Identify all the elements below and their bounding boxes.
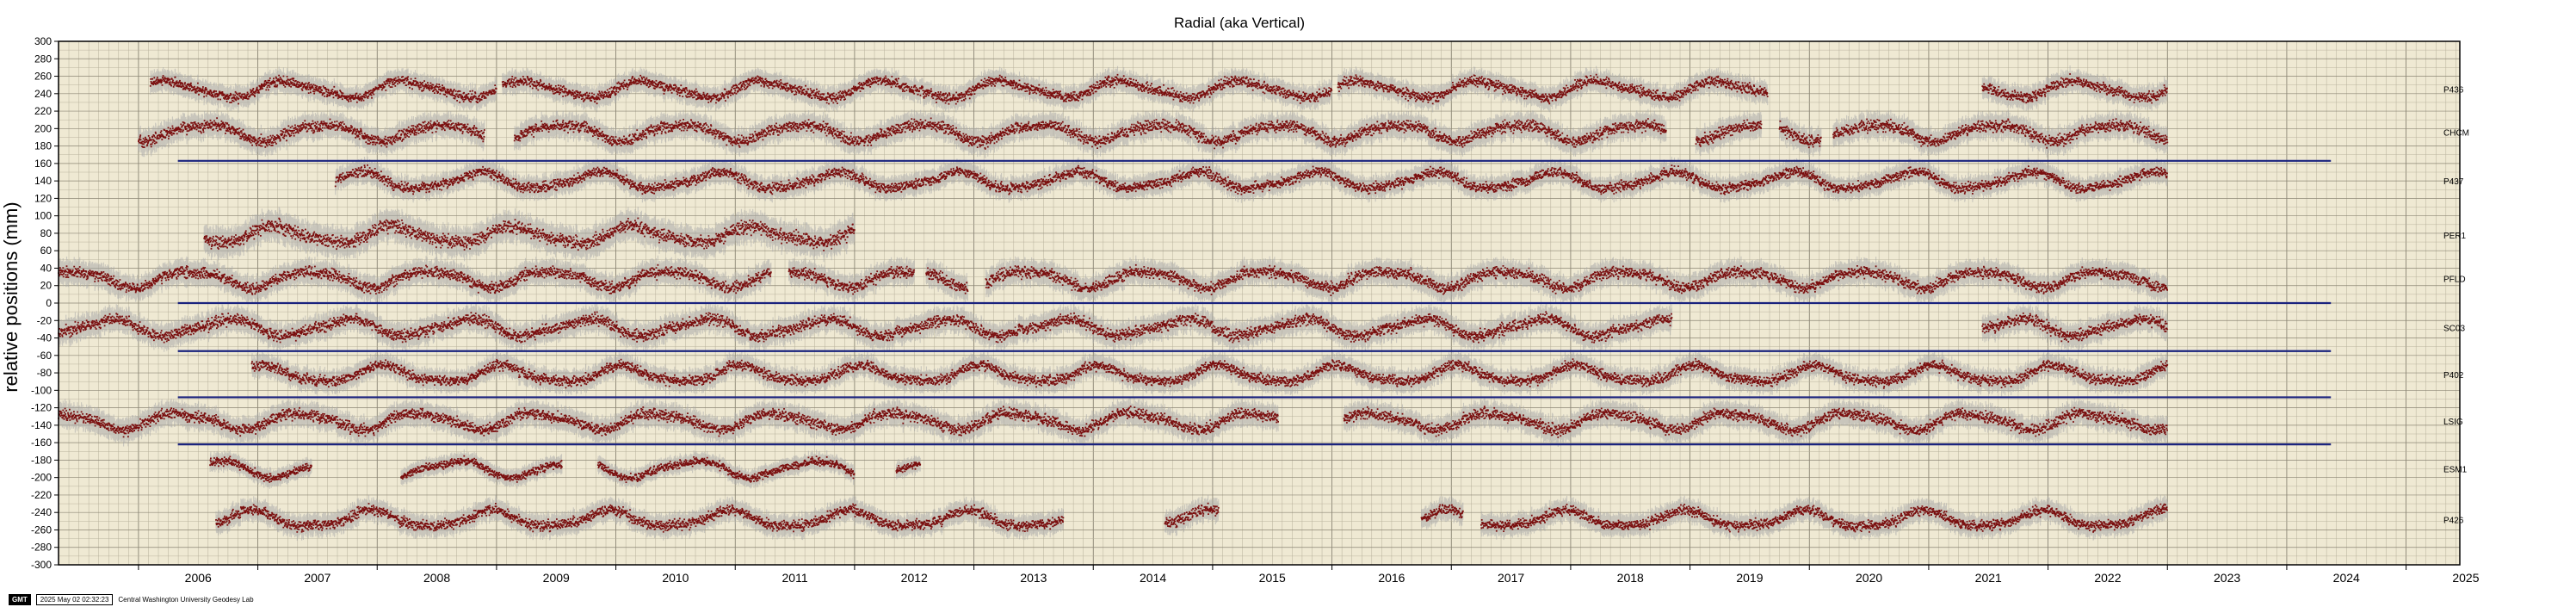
y-tick-label: -40 (37, 332, 53, 344)
credit: Central Washington University Geodesy La… (118, 595, 254, 604)
station-label-p437: P437 (2443, 177, 2464, 187)
y-tick-label: 160 (34, 158, 52, 170)
x-tick-label: 2008 (423, 571, 450, 585)
y-tick-label: 20 (40, 280, 53, 292)
chart-title: Radial (aka Vertical) (1174, 15, 1305, 31)
station-label-p426: P426 (2443, 516, 2464, 525)
station-label-pfld: PFLD (2443, 276, 2466, 285)
y-tick-label: -120 (31, 402, 52, 414)
footer: GMT 2025 May 02 02:32:23 Central Washing… (9, 593, 254, 605)
station-label-esm1: ESM1 (2443, 466, 2468, 475)
x-tick-label: 2015 (1259, 571, 1286, 585)
x-tick-label: 2009 (543, 571, 570, 585)
y-tick-label: 220 (34, 105, 52, 117)
y-tick-label: 300 (34, 35, 52, 47)
y-tick-label: 180 (34, 140, 52, 152)
y-tick-label: 240 (34, 88, 52, 100)
y-tick-label: -140 (31, 419, 52, 431)
y-tick-label: 200 (34, 122, 52, 134)
chart: Radial (aka Vertical) relative positions… (0, 15, 2480, 585)
station-label-p402: P402 (2443, 371, 2464, 381)
y-tick-label: 100 (34, 210, 52, 222)
x-tick-label: 2011 (782, 571, 808, 585)
y-tick-label: -220 (31, 489, 52, 501)
x-tick-label: 2019 (1736, 571, 1763, 585)
x-tick-label: 2022 (2094, 571, 2121, 585)
x-tick-label: 2017 (1498, 571, 1524, 585)
x-tick-label: 2024 (2333, 571, 2360, 585)
y-axis-label: relative positions (mm) (0, 201, 22, 392)
y-tick-label: -280 (31, 542, 52, 554)
station-label-lsig: LSIG (2443, 418, 2463, 427)
x-tick-label: 2018 (1617, 571, 1644, 585)
y-tick-label: 0 (46, 297, 52, 309)
y-tick-label: -100 (31, 384, 52, 396)
y-tick-label: -160 (31, 437, 52, 449)
y-tick-label: -20 (37, 314, 53, 326)
y-tick-label: 120 (34, 192, 52, 204)
y-tick-label: -180 (31, 454, 52, 466)
x-tick-label: 2007 (304, 571, 330, 585)
y-tick-label: 60 (40, 245, 53, 257)
x-tick-label: 2016 (1378, 571, 1405, 585)
station-label-p436: P436 (2443, 86, 2464, 96)
station-label-per1: PER1 (2443, 232, 2467, 241)
y-tick-label: -80 (37, 367, 53, 379)
x-tick-label: 2012 (901, 571, 928, 585)
x-tick-label: 2025 (2452, 571, 2479, 585)
x-tick-label: 2023 (2214, 571, 2240, 585)
station-label-sc03: SC03 (2443, 324, 2465, 333)
x-tick-label: 2013 (1020, 571, 1047, 585)
x-tick-label: 2010 (662, 571, 689, 585)
x-axis: 2006 2007 2008 2009 2010 2011 2012 2013 2014 2015… (138, 565, 2480, 585)
x-tick-label: 2006 (185, 571, 212, 585)
x-tick-label: 2021 (1975, 571, 2002, 585)
station-label-chcm: CHCM (2443, 128, 2469, 138)
x-tick-label: 2020 (1856, 571, 1882, 585)
y-tick-label: -60 (37, 350, 53, 362)
y-tick-label: -200 (31, 472, 52, 484)
y-tick-label: 80 (40, 227, 53, 239)
y-tick-label: -300 (31, 559, 52, 571)
y-tick-label: 140 (34, 175, 52, 187)
y-tick-label: -260 (31, 523, 52, 536)
y-tick-label: 280 (34, 53, 52, 65)
y-axis: 3002802602402202001801601401201008060402… (31, 35, 59, 571)
y-tick-label: 40 (40, 262, 53, 274)
y-tick-label: -240 (31, 506, 52, 518)
gmt-logo: GMT (9, 593, 31, 605)
y-tick-label: 260 (34, 71, 52, 83)
x-tick-label: 2014 (1140, 571, 1166, 585)
timestamp: 2025 May 02 02:32:23 (35, 593, 114, 605)
